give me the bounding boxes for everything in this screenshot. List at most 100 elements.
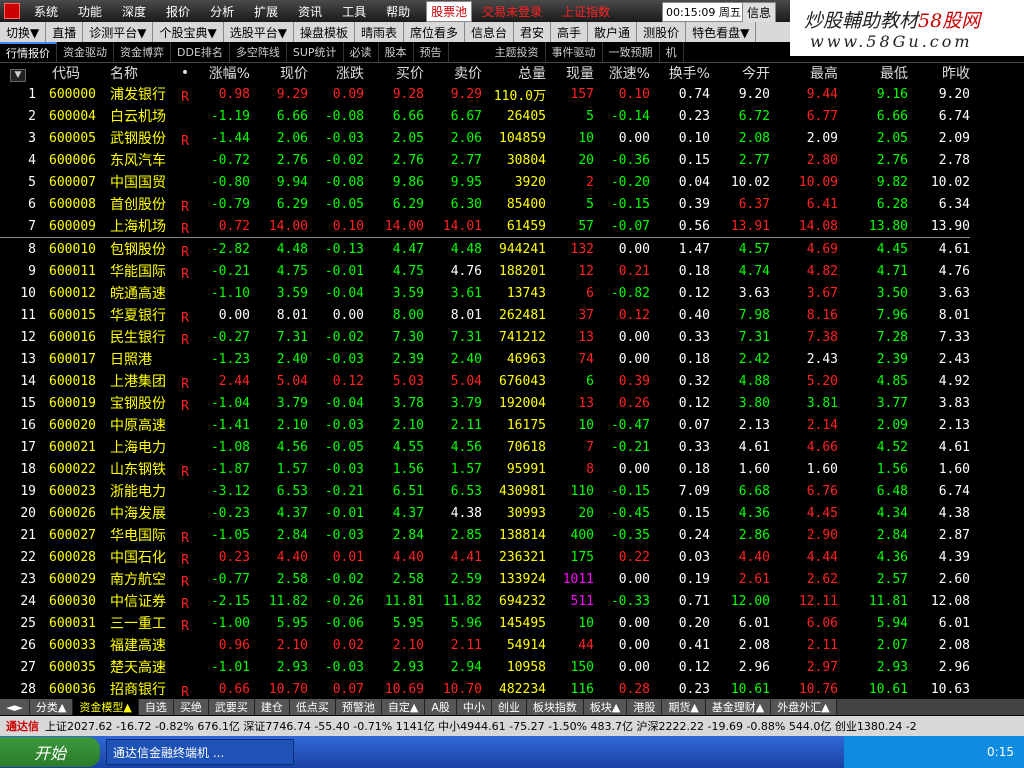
toolbar-button-8[interactable]: 信息台 <box>465 22 515 42</box>
bottom-tab-scroll[interactable]: ◄► <box>0 699 30 715</box>
table-row[interactable]: 28 600036 招商银行 R 0.66 10.70 0.07 10.69 10.70 4822… <box>0 678 970 701</box>
table-row[interactable]: 14 600018 上港集团 R 2.44 5.04 0.12 5.03 5.04 676043 6… <box>0 370 970 393</box>
tab-3[interactable]: DDE排名 <box>171 42 230 62</box>
index-link[interactable]: 上证指数 <box>552 3 620 20</box>
table-row[interactable]: 1 600000 浦发银行 R 0.98 9.29 0.09 9.28 9.29 110.0万 15… <box>0 83 970 106</box>
column-header-0[interactable]: 代码 <box>36 63 96 83</box>
sort-toggle-header[interactable]: ▼ <box>0 63 36 83</box>
column-header-14[interactable]: 最低 <box>838 63 908 83</box>
bottom-tab-4[interactable]: 武要买 <box>208 699 255 715</box>
menu-item-8[interactable]: 帮助 <box>376 3 420 20</box>
bottom-tab-11[interactable]: 创业 <box>491 699 527 715</box>
menu-item-6[interactable]: 资讯 <box>288 3 332 20</box>
tab-2[interactable]: 资金博弈 <box>114 42 171 62</box>
stock-pool-button[interactable]: 股票池 <box>426 0 473 22</box>
taskbar-app-button[interactable]: 通达信金融终端机 ... <box>106 739 294 765</box>
column-header-8[interactable]: 总量 <box>482 63 546 83</box>
table-row[interactable]: 7 600009 上海机场 R 0.72 14.00 0.10 14.00 14.01 61459… <box>0 215 970 238</box>
bottom-tab-0[interactable]: 分类▲ <box>29 699 74 715</box>
column-header-13[interactable]: 最高 <box>770 63 838 83</box>
table-row[interactable]: 17 600021 上海电力 -1.08 4.56 -0.05 4.55 4.56 70618 7… <box>0 436 970 458</box>
tab-7[interactable]: 股本 <box>379 42 414 62</box>
bottom-tab-1[interactable]: 资金模型▲ <box>73 699 139 715</box>
tab-12[interactable]: 机 <box>660 42 684 62</box>
table-row[interactable]: 12 600016 民生银行 R -0.27 7.31 -0.02 7.30 7.31 74121… <box>0 326 970 349</box>
toolbar-button-9[interactable]: 君安 <box>514 22 552 42</box>
table-row[interactable]: 27 600035 楚天高速 -1.01 2.93 -0.03 2.93 2.94 10958 1… <box>0 656 970 678</box>
table-row[interactable]: 15 600019 宝钢股份 R -1.04 3.79 -0.04 3.78 3.79 19200… <box>0 392 970 415</box>
table-row[interactable]: 20 600026 中海发展 -0.23 4.37 -0.01 4.37 4.38 30993 2… <box>0 502 970 524</box>
table-row[interactable]: 23 600029 南方航空 R -0.77 2.58 -0.02 2.58 2.59 13392… <box>0 568 970 591</box>
table-row[interactable]: 13 600017 日照港 -1.23 2.40 -0.03 2.39 2.40 46963 74… <box>0 348 970 370</box>
tab-8[interactable]: 预告 <box>414 42 449 62</box>
trade-login-link[interactable]: 交易未登录 <box>472 3 552 20</box>
toolbar-button-3[interactable]: 个股宝典▼ <box>153 22 224 42</box>
info-button[interactable]: 信息 <box>742 2 777 23</box>
toolbar-button-10[interactable]: 高手 <box>551 22 589 42</box>
table-row[interactable]: 11 600015 华夏银行 R 0.00 8.01 0.00 8.00 8.01 262481 3… <box>0 304 970 327</box>
toolbar-button-2[interactable]: 诊测平台▼ <box>83 22 154 42</box>
column-header-1[interactable]: 名称 <box>96 63 174 83</box>
bottom-tab-16[interactable]: 基金理财▲ <box>705 699 772 715</box>
column-header-2[interactable]: • <box>174 63 196 83</box>
table-row[interactable]: 6 600008 首创股份 R -0.79 6.29 -0.05 6.29 6.30 85400 5… <box>0 193 970 216</box>
column-header-15[interactable]: 昨收 <box>908 63 970 83</box>
table-row[interactable]: 10 600012 皖通高速 -1.10 3.59 -0.04 3.59 3.61 13743 6… <box>0 282 970 304</box>
table-row[interactable]: 19 600023 浙能电力 -3.12 6.53 -0.21 6.51 6.53 430981… <box>0 480 970 502</box>
table-row[interactable]: 21 600027 华电国际 R -1.05 2.84 -0.03 2.84 2.85 13881… <box>0 524 970 547</box>
toolbar-button-0[interactable]: 切换▼ <box>0 22 47 42</box>
tab-0[interactable]: 行情报价 <box>0 42 57 62</box>
menu-item-5[interactable]: 扩展 <box>244 3 288 20</box>
table-row[interactable]: 5 600007 中国国贸 -0.80 9.94 -0.08 9.86 9.95 3920 2 -0… <box>0 171 970 193</box>
bottom-tab-5[interactable]: 建仓 <box>254 699 290 715</box>
menu-item-7[interactable]: 工具 <box>332 3 376 20</box>
bottom-tab-7[interactable]: 预警池 <box>335 699 382 715</box>
bottom-tab-2[interactable]: 自选 <box>138 699 174 715</box>
bottom-tab-12[interactable]: 板块指数 <box>526 699 584 715</box>
bottom-tab-3[interactable]: 买绝 <box>173 699 209 715</box>
tab-9[interactable]: 主题投资 <box>489 42 546 62</box>
toolbar-button-5[interactable]: 操盘模板 <box>294 22 355 42</box>
column-header-11[interactable]: 换手% <box>650 63 710 83</box>
bottom-tab-6[interactable]: 低点买 <box>289 699 336 715</box>
bottom-tab-17[interactable]: 外盘外汇▲ <box>771 699 837 715</box>
menu-item-4[interactable]: 分析 <box>200 3 244 20</box>
table-row[interactable]: 18 600022 山东钢铁 R -1.87 1.57 -0.03 1.56 1.57 95991… <box>0 458 970 481</box>
table-row[interactable]: 2 600004 白云机场 -1.19 6.66 -0.08 6.66 6.67 26405 5-… <box>0 105 970 127</box>
bottom-tab-9[interactable]: A股 <box>425 699 457 715</box>
toolbar-button-4[interactable]: 选股平台▼ <box>224 22 294 42</box>
column-header-4[interactable]: 现价 <box>250 63 308 83</box>
table-row[interactable]: 4 600006 东风汽车 -0.72 2.76 -0.02 2.76 2.77 30804 20… <box>0 149 970 171</box>
table-row[interactable]: 9 600011 华能国际 R -0.21 4.75 -0.01 4.75 4.76 188201… <box>0 260 970 283</box>
table-row[interactable]: 8 600010 包钢股份 R -2.82 4.48 -0.13 4.47 4.48 944241… <box>0 238 970 261</box>
table-row[interactable]: 24 600030 中信证券 R -2.15 11.82 -0.26 11.81 11.82 69… <box>0 590 970 613</box>
tab-11[interactable]: 一致预期 <box>603 42 660 62</box>
column-header-6[interactable]: 买价 <box>364 63 424 83</box>
bottom-tab-13[interactable]: 板块▲ <box>583 699 628 715</box>
tab-1[interactable]: 资金驱动 <box>57 42 114 62</box>
column-header-5[interactable]: 涨跌 <box>308 63 364 83</box>
menu-item-0[interactable]: 系统 <box>24 3 68 20</box>
table-row[interactable]: 25 600031 三一重工 R -1.00 5.95 -0.06 5.95 5.96 14549… <box>0 612 970 635</box>
bottom-tab-10[interactable]: 中小 <box>456 699 492 715</box>
table-row[interactable]: 3 600005 武钢股份 R -1.44 2.06 -0.03 2.05 2.06 104859… <box>0 127 970 150</box>
menu-item-2[interactable]: 深度 <box>112 3 156 20</box>
tab-4[interactable]: 多空阵线 <box>230 42 287 62</box>
tab-6[interactable]: 必读 <box>344 42 379 62</box>
toolbar-button-13[interactable]: 特色看盘▼ <box>686 22 757 42</box>
column-header-10[interactable]: 涨速% <box>594 63 650 83</box>
column-header-9[interactable]: 现量 <box>546 63 594 83</box>
column-header-12[interactable]: 今开 <box>710 63 770 83</box>
start-button[interactable]: 开始 <box>0 737 100 767</box>
toolbar-button-1[interactable]: 直播 <box>46 22 84 42</box>
table-row[interactable]: 26 600033 福建高速 0.96 2.10 0.02 2.10 2.11 54914 44 0… <box>0 634 970 656</box>
menu-item-1[interactable]: 功能 <box>68 3 112 20</box>
toolbar-button-12[interactable]: 测股价 <box>637 22 687 42</box>
toolbar-button-7[interactable]: 席位看多 <box>404 22 465 42</box>
bottom-tab-15[interactable]: 期货▲ <box>662 699 706 715</box>
sort-toggle-icon[interactable]: ▼ <box>10 68 26 82</box>
table-row[interactable]: 16 600020 中原高速 -1.41 2.10 -0.03 2.10 2.11 16175 1… <box>0 414 970 436</box>
column-header-7[interactable]: 卖价 <box>424 63 482 83</box>
toolbar-button-11[interactable]: 散户通 <box>588 22 638 42</box>
bottom-tab-14[interactable]: 港股 <box>627 699 663 715</box>
